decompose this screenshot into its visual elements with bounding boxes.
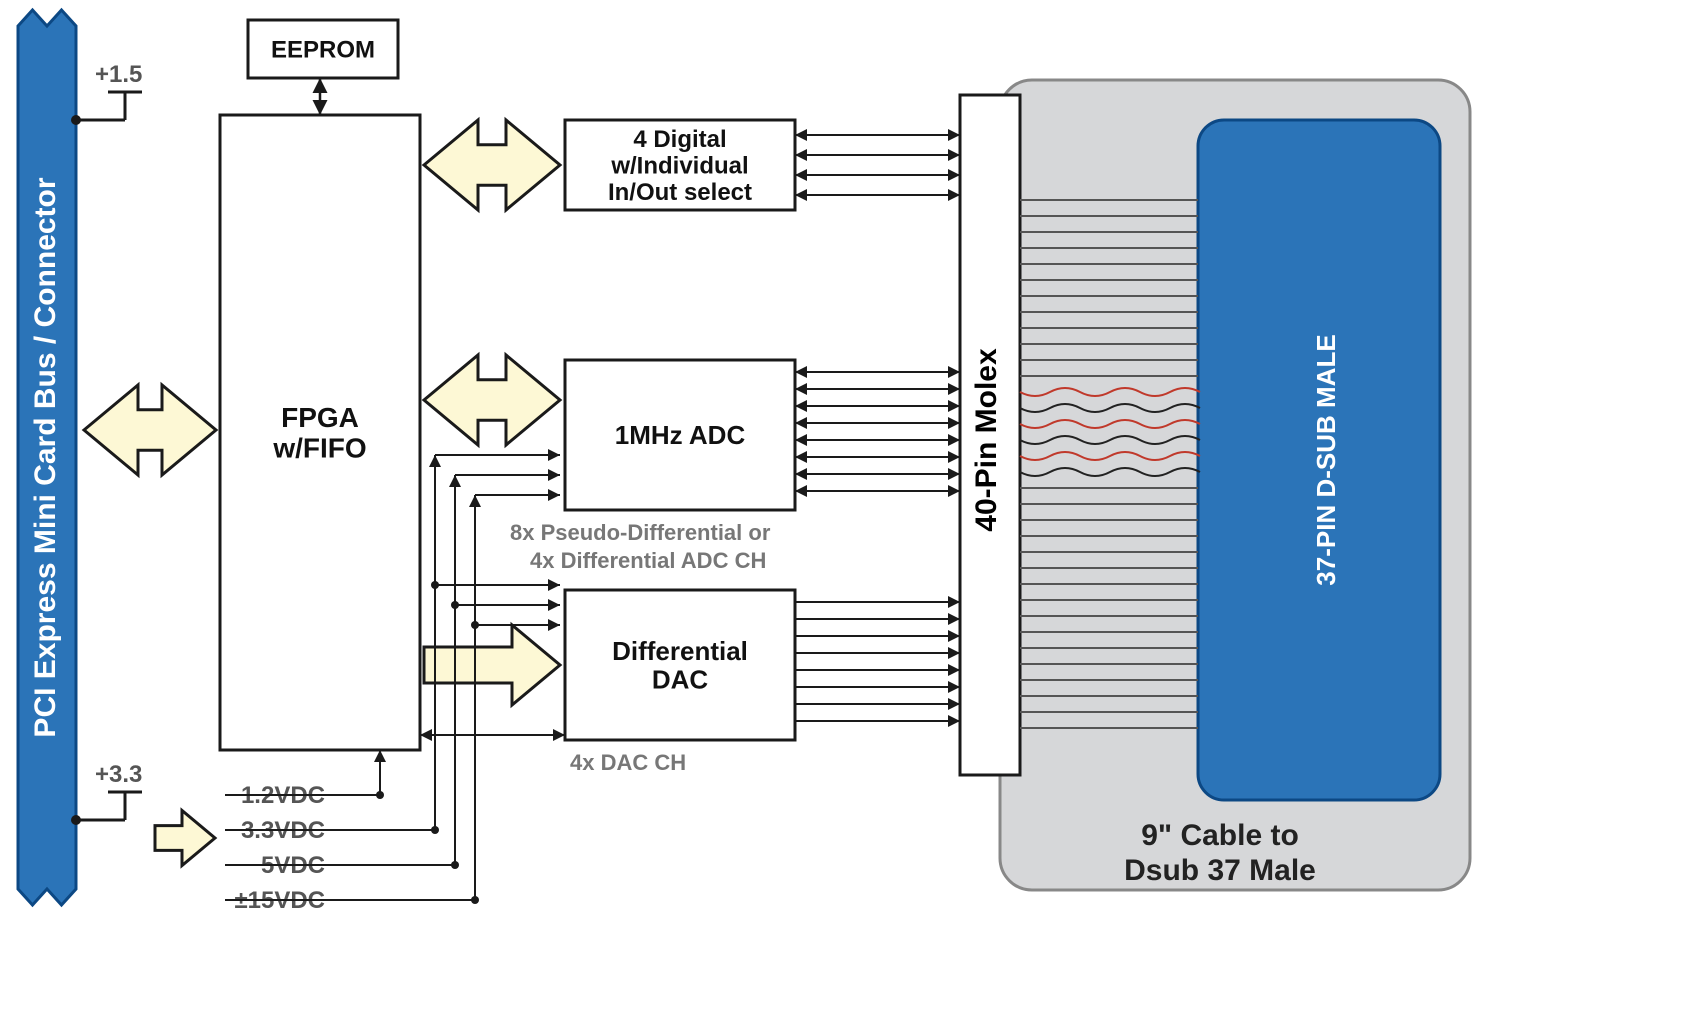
fpga-to-adc-arrow (424, 355, 560, 445)
molex-label: 40-Pin Molex (970, 348, 1003, 532)
pci-bus: PCI Express Mini Card Bus / Connector (18, 10, 76, 905)
power-in-arrow (155, 811, 215, 866)
cable-label: Dsub 37 Male (1124, 854, 1316, 887)
dac-note: 4x DAC CH (570, 750, 686, 775)
bus-voltage: +3.3 (95, 761, 142, 788)
fpga-to-digital-arrow (424, 120, 560, 210)
dsub-label: 37-PIN D-SUB MALE (1311, 334, 1341, 585)
bus-voltage: +1.5 (95, 61, 142, 88)
eeprom-block-label: EEPROM (271, 36, 375, 63)
adc-note: 8x Pseudo-Differential or (510, 520, 771, 545)
pci-bus-label: PCI Express Mini Card Bus / Connector (29, 177, 62, 737)
adc-block-label: 1MHz ADC (615, 420, 746, 450)
digital-io-block-label: In/Out select (608, 179, 752, 206)
digital-io-block-label: 4 Digital (633, 126, 726, 153)
fpga-to-dac-arrow (424, 625, 560, 705)
dac-block-label: DAC (652, 664, 709, 694)
digital-io-block-label: w/Individual (610, 152, 748, 179)
cable-label: 9" Cable to (1141, 819, 1299, 852)
fpga-block-label: FPGA (281, 402, 359, 433)
dac-block-label: Differential (612, 636, 748, 666)
fpga-block-label: w/FIFO (272, 433, 366, 464)
adc-note: 4x Differential ADC CH (530, 548, 766, 573)
bus-to-fpga-arrow (84, 385, 216, 475)
